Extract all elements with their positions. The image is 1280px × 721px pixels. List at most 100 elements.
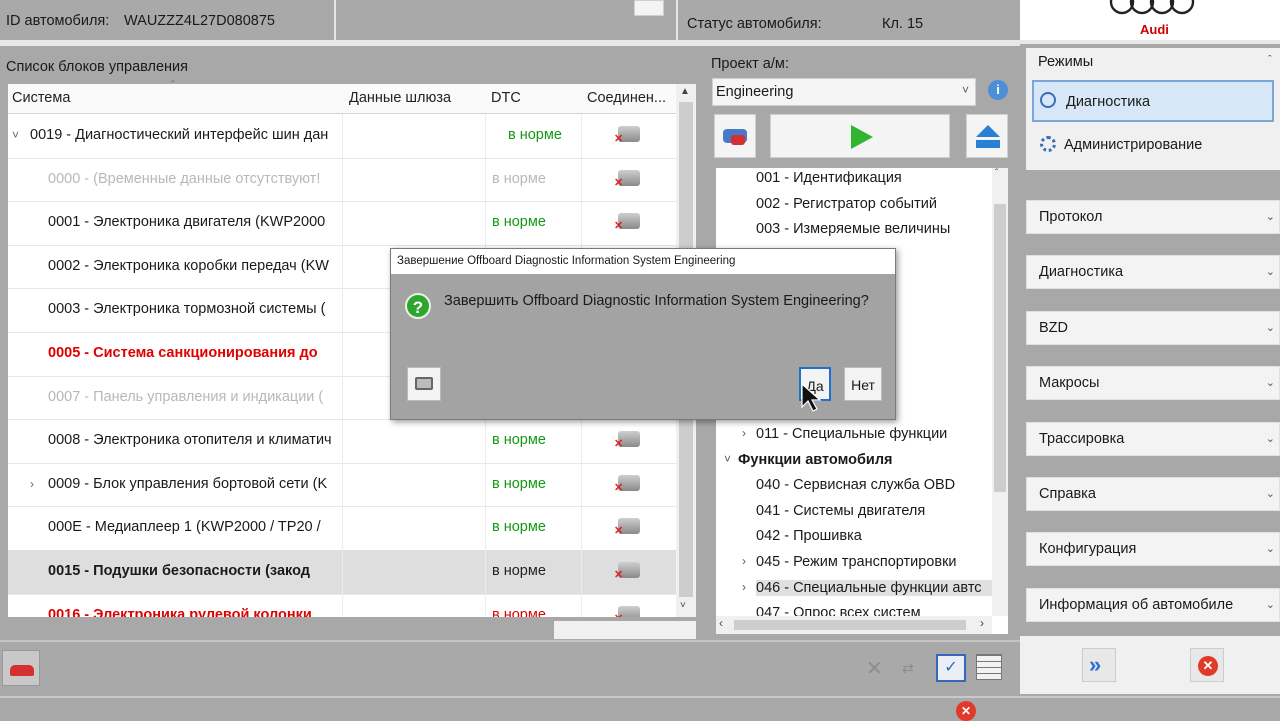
info-icon[interactable]: i [988,80,1008,100]
section-2[interactable]: Диагностика ⌄ [1026,255,1280,290]
gateway-cell [342,114,486,158]
vehicle-button[interactable] [2,650,40,686]
play-icon [851,125,873,149]
tree-expander-icon[interactable]: › [742,426,746,440]
system-cell: 0000 - (Временные данные отсутствуют! [8,158,342,202]
tree-item-label: 040 - Сервисная служба OBD [756,477,956,494]
section-8[interactable]: Информация об автомобиле ⌄ [1026,587,1280,622]
tree-item[interactable]: Функции автомобиля [738,452,893,468]
dtc-status: в норме [485,593,588,617]
expander-icon[interactable]: › [30,463,34,506]
tree-item[interactable]: 046 - Специальные функции автс [756,579,1008,596]
tree-item[interactable]: 011 - Специальные функции [756,426,947,442]
table-row[interactable]: ˅ 0019 - Диагностический интерфейс шин да… [8,114,676,159]
tools-icon[interactable]: ✕ [866,656,888,680]
connection-cell [581,201,676,245]
tree-item[interactable]: 003 - Измеряемые величины [756,221,950,237]
eject-button[interactable] [966,114,1008,158]
column-header-gateway[interactable]: Данные шлюза [349,90,451,106]
system-cell: 0016 - Электроника рулевой колонки [8,594,342,617]
vehicle-group-button[interactable] [714,114,756,158]
tree-item[interactable]: 042 - Прошивка [756,528,862,544]
table-row[interactable]: 0000 - (Временные данные отсутствуют! в н… [8,157,676,203]
tree-scrollbar[interactable]: ˆ [992,168,1008,616]
scroll-right-icon[interactable]: › [980,616,984,630]
start-button[interactable] [770,114,950,158]
tree-item-label: 002 - Регистратор событий [756,195,937,212]
dialog-title: Завершение Offboard Diagnostic Informati… [391,249,895,274]
tree-item[interactable]: 045 - Режим транспортировки [756,554,957,570]
column-header-system[interactable]: Система [12,90,70,106]
scroll-thumb[interactable] [994,204,1006,492]
column-header-dtc[interactable]: DTC [491,90,521,106]
mode-administration[interactable]: Администрирование [1032,126,1274,166]
connection-cell [581,550,676,594]
right-bottom-panel: » ✕ [1020,636,1280,694]
gateway-cell [342,462,486,507]
tree-expander-icon[interactable]: › [742,554,746,568]
section-1[interactable]: Протокол ⌄ [1026,200,1280,234]
dtc-status: в норме [485,419,588,463]
section-4[interactable]: Макросы ⌄ [1026,366,1280,401]
system-name: 0016 - Электроника рулевой колонки [48,606,312,617]
vehicle-id-value: WAUZZZ4L27D080875 [124,13,275,29]
tree-item[interactable]: 040 - Сервисная служба OBD [756,477,955,493]
project-selected-value: Engineering [716,84,794,100]
horizontal-scrollbar[interactable] [554,621,696,639]
column-header-connection[interactable]: Соединен... [587,90,666,106]
screenshot-button[interactable] [407,367,441,401]
chevron-up-icon[interactable]: ˆ [1268,54,1272,66]
tree-item[interactable]: 001 - Идентификация [756,170,902,186]
system-name: 000E - Медиаплеер 1 (KWP2000 / TP20 / [48,519,321,536]
scroll-down-icon[interactable]: ˅ [680,600,686,611]
audi-rings-icon [1109,0,1195,15]
close-icon: ✕ [1198,656,1218,676]
section-label: BZD [1039,319,1068,336]
table-row[interactable]: 0015 - Подушки безопасности (закод в норм… [8,550,676,595]
checklist-icon[interactable]: ✓ [936,654,966,682]
error-icon[interactable]: ✕ [956,701,976,721]
expander-icon[interactable]: ˅ [12,114,19,157]
tree-expander-icon[interactable]: ˅ [724,452,731,466]
scroll-up-icon[interactable]: ▲ [680,86,690,97]
exit-dialog: Завершение Offboard Diagnostic Informati… [390,248,896,420]
section-7[interactable]: Конфигурация ⌄ [1026,532,1280,567]
forward-button[interactable]: » [1082,648,1116,682]
gateway-cell [342,506,486,550]
system-cell: 0001 - Электроника двигателя (KWP2000 [8,201,342,245]
system-cell: ˅ 0019 - Диагностический интерфейс шин да… [8,114,342,158]
edit-icon[interactable] [634,0,664,16]
scroll-up-icon[interactable]: ˆ [995,168,998,179]
scroll-left-icon[interactable]: ‹ [719,616,723,630]
no-button[interactable]: Нет [844,367,882,401]
tree-horizontal-scrollbar[interactable]: ‹ › [716,616,992,634]
dtc-status: в норме [485,157,588,202]
tree-item-label: 045 - Режим транспортировки [756,554,957,570]
section-6[interactable]: Справка ⌄ [1026,477,1280,511]
scroll-thumb[interactable] [734,620,966,630]
section-3[interactable]: BZD ⌄ [1026,310,1280,345]
system-name: 0000 - (Временные данные отсутствуют! [48,170,321,187]
section-5[interactable]: Трассировка ⌄ [1026,421,1280,456]
modes-title: Режимы [1038,54,1094,70]
table-row[interactable]: 0016 - Электроника рулевой колонки в норм… [8,593,676,617]
double-chevron-down-icon: ⌄ [1265,211,1275,223]
grid-icon[interactable] [976,654,1002,680]
section-label: Макросы [1039,375,1100,392]
mode-diagnostics[interactable]: Диагностика [1032,80,1274,122]
connection-cell [581,114,676,158]
table-row[interactable]: 0001 - Электроника двигателя (KWP2000 в н… [8,201,676,246]
system-cell: 0015 - Подушки безопасности (закод [8,550,342,594]
tree-expander-icon[interactable]: › [742,580,746,594]
table-row[interactable]: 0008 - Электроника отопителя и климатич в… [8,419,676,464]
table-row[interactable]: › 0009 - Блок управления бортовой сети (K… [8,462,676,508]
modes-panel: Режимы ˆ Диагностика Администрирование [1026,48,1280,170]
connection-cell [581,462,676,507]
project-select[interactable]: Engineering ˅ [712,78,976,106]
tree-item[interactable]: 041 - Системы двигателя [756,503,925,519]
disconnect-icon[interactable]: ⇄ [902,660,924,676]
close-button[interactable]: ✕ [1190,648,1224,682]
dialog-message: Завершить Offboard Diagnostic Informatio… [444,293,869,309]
table-row[interactable]: 000E - Медиаплеер 1 (KWP2000 / TP20 / в … [8,506,676,551]
tree-item[interactable]: 002 - Регистратор событий [756,196,937,212]
